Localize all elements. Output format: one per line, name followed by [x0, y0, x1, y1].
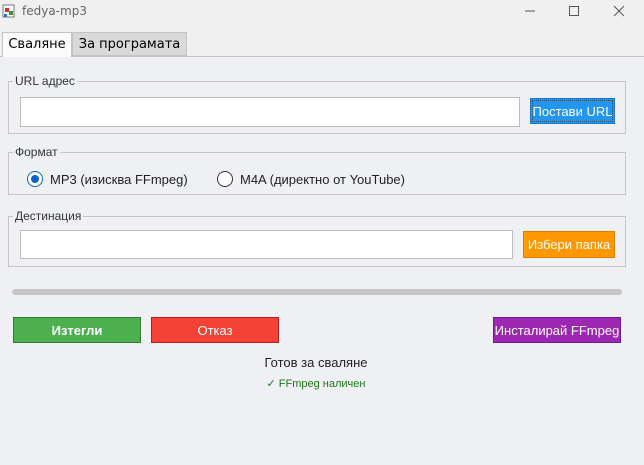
- download-button[interactable]: Изтегли: [13, 317, 141, 343]
- minimize-icon: [525, 10, 535, 12]
- app-icon: [2, 4, 15, 18]
- tab-download[interactable]: Сваляне: [2, 32, 72, 57]
- url-group-label: URL адрес: [15, 74, 75, 88]
- url-input[interactable]: [20, 97, 520, 127]
- destination-group-label: Дестинация: [15, 209, 82, 223]
- status-text: Готов за сваляне: [264, 355, 368, 370]
- format-option-m4a-label: M4A (директно от YouTube): [240, 171, 405, 187]
- format-option-mp3[interactable]: MP3 (изисква FFmpeg): [27, 169, 188, 189]
- window-title: fedya-mp3: [22, 4, 87, 18]
- destination-input[interactable]: [20, 230, 513, 259]
- tab-bar: Сваляне За програмата: [0, 32, 644, 57]
- format-option-mp3-label: MP3 (изисква FFmpeg): [50, 171, 188, 187]
- choose-folder-button[interactable]: Избери папка: [523, 231, 615, 258]
- maximize-button[interactable]: [552, 0, 596, 22]
- format-group-label: Формат: [15, 145, 58, 159]
- paste-url-button[interactable]: Постави URL: [530, 98, 615, 124]
- tab-about[interactable]: За програмата: [72, 32, 187, 56]
- format-option-m4a[interactable]: M4A (директно от YouTube): [217, 169, 405, 189]
- close-button[interactable]: [597, 0, 641, 22]
- close-icon: [613, 5, 625, 17]
- radio-unchecked-icon[interactable]: [217, 171, 233, 187]
- cancel-button[interactable]: Отказ: [151, 317, 279, 343]
- maximize-icon: [569, 6, 579, 16]
- title-bar: fedya-mp3: [0, 0, 644, 24]
- ffmpeg-status: ✓ FFmpeg наличен: [266, 378, 366, 390]
- progress-bar: [12, 289, 622, 295]
- minimize-button[interactable]: [508, 0, 552, 22]
- radio-checked-icon[interactable]: [27, 171, 43, 187]
- install-ffmpeg-button[interactable]: Инсталирай FFmpeg: [493, 317, 621, 343]
